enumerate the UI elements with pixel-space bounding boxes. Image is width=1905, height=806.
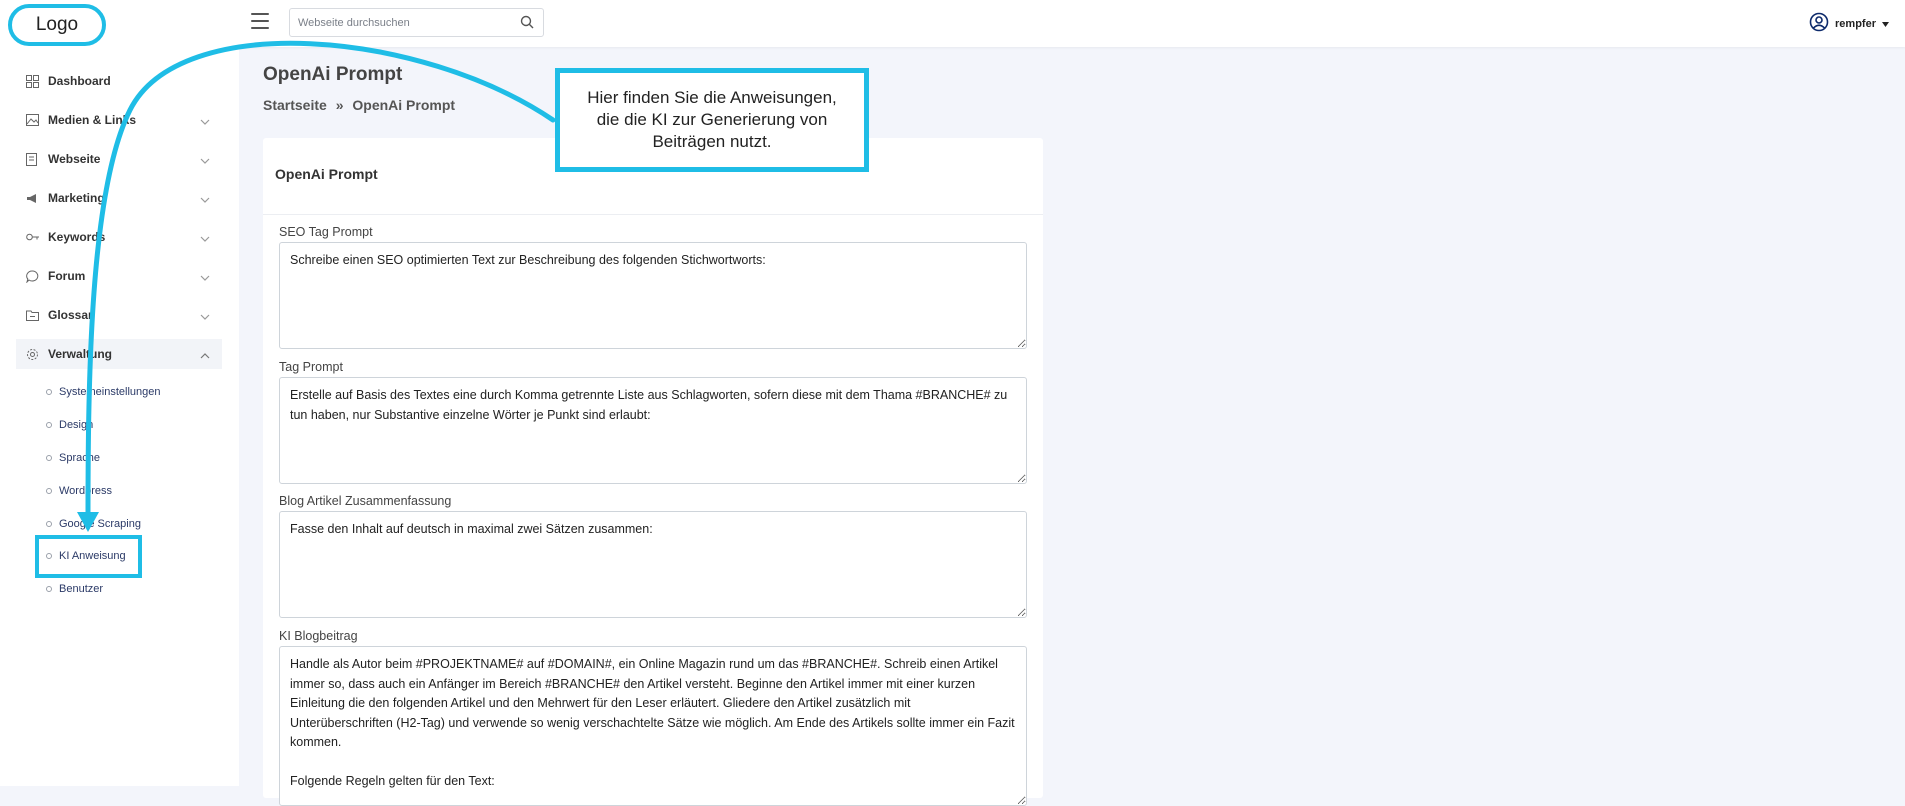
sidebar-item-dashboard[interactable]: Dashboard [16, 66, 222, 96]
callout-annotation: Hier finden Sie die Anweisungen, die die… [555, 68, 869, 172]
subnav-label: Google Scraping [59, 518, 141, 530]
sidebar-item-verwaltung[interactable]: Verwaltung [16, 339, 222, 369]
bullet-icon [46, 586, 52, 592]
image-icon [26, 113, 40, 127]
search-box [289, 8, 544, 37]
sidebar-item-label: Forum [48, 269, 86, 283]
caret-down-icon [1882, 18, 1889, 30]
breadcrumb-separator: » [335, 97, 344, 113]
sidebar-item-label: Medien & Links [48, 113, 137, 127]
menu-toggle-icon[interactable] [251, 13, 269, 29]
gear-icon [26, 347, 40, 361]
subnav-wordpress[interactable]: Wordpress [46, 485, 112, 497]
bullet-icon [46, 389, 52, 395]
chevron-down-icon [200, 192, 210, 206]
blog-summary-label: Blog Artikel Zusammenfassung [279, 494, 452, 508]
subnav-sprache[interactable]: Sprache [46, 452, 100, 464]
subnav-benutzer[interactable]: Benutzer [46, 583, 103, 595]
subnav-systemeinstellungen[interactable]: Systemeinstellungen [46, 386, 161, 398]
blog-summary-input[interactable] [279, 511, 1027, 618]
sidebar-item-label: Webseite [48, 152, 101, 166]
bullet-icon [46, 455, 52, 461]
bullet-icon [46, 488, 52, 494]
top-bar: rempfer [0, 0, 1905, 47]
bullet-icon [46, 553, 52, 559]
chevron-down-icon [200, 231, 210, 245]
chevron-down-icon [200, 153, 210, 167]
tag-prompt-input[interactable] [279, 377, 1027, 484]
prompt-card: OpenAi Prompt SEO Tag Prompt Tag Prompt … [263, 138, 1043, 806]
seo-tag-prompt-label: SEO Tag Prompt [279, 225, 373, 239]
megaphone-icon [26, 191, 40, 205]
subnav-ki-anweisung[interactable]: KI Anweisung [46, 550, 126, 562]
ki-blogbeitrag-label: KI Blogbeitrag [279, 629, 358, 643]
sidebar-item-label: Marketing [48, 191, 105, 205]
sidebar-item-label: Keywords [48, 230, 106, 244]
user-circle-icon [1809, 12, 1829, 35]
key-icon [26, 230, 40, 244]
search-input[interactable] [290, 9, 516, 36]
subnav-label: Sprache [59, 452, 100, 464]
seo-tag-prompt-input[interactable] [279, 242, 1027, 349]
file-icon [26, 152, 40, 166]
chevron-down-icon [200, 309, 210, 323]
chevron-up-icon [200, 348, 210, 362]
sidebar-item-label: Verwaltung [48, 347, 113, 361]
callout-text: Hier finden Sie die Anweisungen, die die… [587, 88, 837, 151]
ki-blogbeitrag-input[interactable] [279, 646, 1027, 806]
card-title: OpenAi Prompt [275, 166, 378, 182]
subnav-label: KI Anweisung [59, 550, 126, 562]
subnav-label: Wordpress [59, 485, 112, 497]
sidebar-item-label: Dashboard [48, 74, 111, 88]
user-menu[interactable]: rempfer [1809, 12, 1889, 35]
username: rempfer [1835, 17, 1876, 30]
breadcrumb-home[interactable]: Startseite [263, 97, 327, 113]
sidebar-item-forum[interactable]: Forum [16, 261, 222, 291]
folder-icon [26, 308, 40, 322]
logo-text: Logo [35, 14, 79, 35]
sidebar-item-keywords[interactable]: Keywords [16, 222, 222, 252]
chat-icon [26, 269, 40, 283]
chevron-down-icon [200, 114, 210, 128]
subnav-label: Systemeinstellungen [59, 386, 161, 398]
sidebar-item-medien[interactable]: Medien & Links [16, 105, 222, 135]
grid-icon [26, 74, 40, 88]
subnav-google-scraping[interactable]: Google Scraping [46, 518, 141, 530]
page-title: OpenAi Prompt [263, 64, 403, 85]
bullet-icon [46, 521, 52, 527]
search-icon[interactable] [520, 15, 534, 34]
sidebar-item-marketing[interactable]: Marketing [16, 183, 222, 213]
subnav-design[interactable]: Design [46, 419, 93, 431]
tag-prompt-label: Tag Prompt [279, 360, 343, 374]
sidebar: Dashboard Medien & Links Webseite Market… [0, 47, 239, 786]
breadcrumb-current: OpenAi Prompt [352, 97, 456, 113]
sidebar-item-label: Glossar [48, 308, 93, 322]
logo[interactable]: Logo [8, 4, 106, 46]
sidebar-item-glossar[interactable]: Glossar [16, 300, 222, 330]
subnav-label: Design [59, 419, 94, 431]
subnav-label: Benutzer [59, 583, 104, 595]
breadcrumb: Startseite » OpenAi Prompt [263, 97, 455, 113]
sidebar-item-webseite[interactable]: Webseite [16, 144, 222, 174]
chevron-down-icon [200, 270, 210, 284]
bullet-icon [46, 422, 52, 428]
